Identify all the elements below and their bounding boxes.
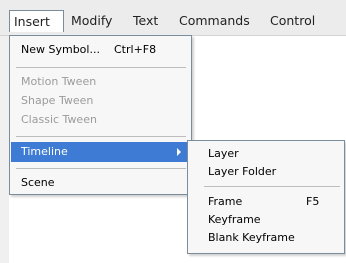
menu-item-keyframe[interactable]: Keyframe xyxy=(189,210,343,230)
background-panel-edge xyxy=(0,36,9,263)
menu-item-new-symbol[interactable]: New Symbol... Ctrl+F8 xyxy=(11,40,190,60)
motion-tween-label: Motion Tween xyxy=(21,75,97,88)
submenu-arrow-icon xyxy=(177,148,181,156)
blank-keyframe-label: Blank Keyframe xyxy=(208,231,295,244)
menu-item-blank-keyframe[interactable]: Blank Keyframe xyxy=(189,228,343,248)
menu-separator xyxy=(16,67,186,68)
menu-text[interactable]: Text xyxy=(133,10,158,32)
menu-insert-label: Insert xyxy=(14,14,50,29)
menu-item-timeline[interactable]: Timeline xyxy=(11,142,190,162)
frame-label: Frame xyxy=(208,195,243,208)
insert-menu: New Symbol... Ctrl+F8 Motion Tween Shape… xyxy=(9,35,192,195)
frame-shortcut: F5 xyxy=(306,195,320,208)
menu-control-label: Control xyxy=(270,13,316,28)
menu-commands-label: Commands xyxy=(179,13,250,28)
scene-label: Scene xyxy=(21,176,55,189)
menu-item-motion-tween: Motion Tween xyxy=(11,72,190,92)
menu-separator xyxy=(204,186,340,187)
timeline-submenu: Layer Layer Folder Frame F5 Keyframe Bla… xyxy=(187,140,345,254)
menu-modify-label: Modify xyxy=(71,13,113,28)
layer-folder-label: Layer Folder xyxy=(208,165,277,178)
menu-item-layer[interactable]: Layer xyxy=(189,144,343,164)
shape-tween-label: Shape Tween xyxy=(21,94,94,107)
menu-item-scene[interactable]: Scene xyxy=(11,173,190,193)
layer-label: Layer xyxy=(208,147,239,160)
new-symbol-label: New Symbol... xyxy=(21,43,100,56)
keyframe-label: Keyframe xyxy=(208,213,261,226)
menu-item-classic-tween: Classic Tween xyxy=(11,110,190,130)
menu-commands[interactable]: Commands xyxy=(179,10,250,32)
menu-control[interactable]: Control xyxy=(270,10,315,32)
menu-separator xyxy=(16,168,186,169)
menu-insert[interactable]: Insert xyxy=(9,10,64,32)
menu-item-frame[interactable]: Frame F5 xyxy=(189,192,343,212)
new-symbol-shortcut: Ctrl+F8 xyxy=(114,43,157,56)
menu-item-layer-folder[interactable]: Layer Folder xyxy=(189,162,343,182)
menu-text-label: Text xyxy=(133,13,159,28)
classic-tween-label: Classic Tween xyxy=(21,113,97,126)
menu-modify[interactable]: Modify xyxy=(71,10,112,32)
menu-item-shape-tween: Shape Tween xyxy=(11,91,190,111)
timeline-label: Timeline xyxy=(21,145,68,158)
menu-separator xyxy=(16,136,186,137)
menubar: Insert Modify Text Commands Control xyxy=(0,0,346,36)
